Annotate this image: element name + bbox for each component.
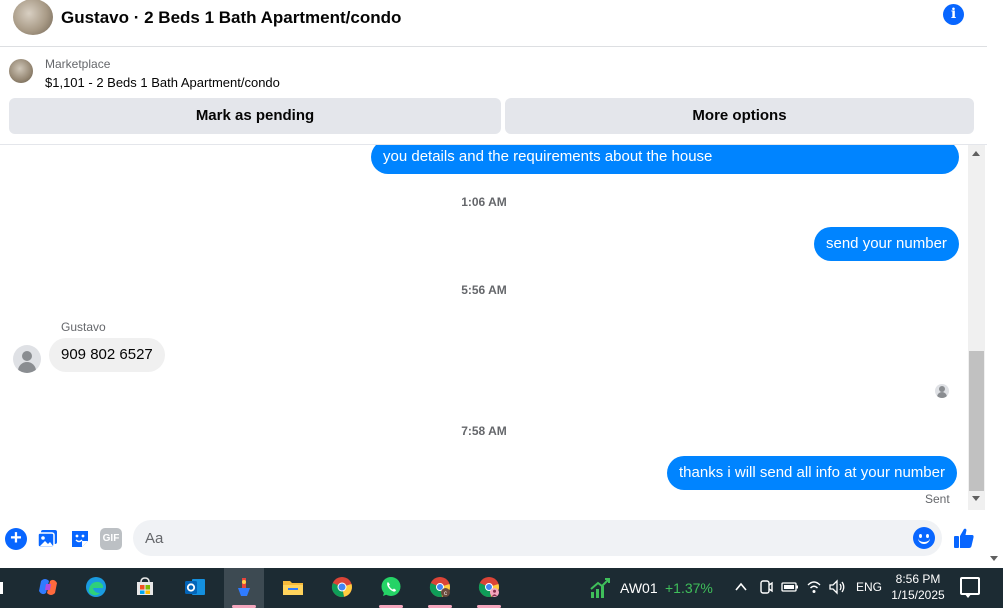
wifi-icon[interactable] [806,579,822,595]
message-input[interactable] [133,520,942,556]
edge-browser-icon [86,577,106,597]
stock-chart-icon [590,578,610,598]
marketplace-listing-panel: Marketplace $1,101 - 2 Beds 1 Bath Apart… [0,47,987,145]
taskbar-chrome[interactable] [322,568,362,608]
stock-name: AW01 [620,580,658,596]
scroll-down-arrow-icon[interactable] [972,496,980,501]
outlook-icon [185,579,205,595]
notification-icon[interactable] [960,577,980,598]
sticker-icon[interactable] [69,528,91,550]
svg-text:c: c [444,591,447,597]
language-indicator[interactable]: ENG [856,580,882,594]
outgoing-message[interactable]: send your number [814,227,959,261]
whatsapp-icon [381,577,401,596]
taskbar-edge[interactable] [76,568,116,608]
chrome-profile-icon [478,577,499,598]
scrollbar-thumb[interactable] [969,351,984,491]
folder-icon [283,581,303,595]
clock-time: 8:56 PM [895,572,941,586]
seen-indicator-avatar [935,384,949,398]
listing-thumbnail[interactable] [9,59,33,83]
thumbs-up-icon[interactable] [952,526,976,550]
taskbar-store[interactable] [125,568,165,608]
taskbar-whatsapp[interactable] [371,568,411,608]
volume-icon[interactable] [828,579,846,595]
sender-avatar[interactable] [13,345,41,373]
chrome-profile-icon: c [429,577,450,598]
info-icon[interactable]: i [943,4,964,25]
listing-title[interactable]: $1,101 - 2 Beds 1 Bath Apartment/condo [45,75,280,90]
taskbar-copilot[interactable] [28,568,68,608]
photo-icon[interactable] [37,528,59,550]
incoming-message[interactable]: 909 802 6527 [49,338,165,372]
clock[interactable]: 8:56 PM 1/15/2025 [888,571,948,603]
battery-icon[interactable] [781,580,799,594]
chat-scrollbar[interactable] [968,145,985,510]
emoji-icon[interactable] [913,527,935,549]
message-list[interactable]: you details and the requirements about t… [0,145,968,515]
timestamp: 7:58 AM [461,424,507,438]
taskbar-chrome-profile-c[interactable]: c [420,568,460,608]
messenger-window: Gustavo · 2 Beds 1 Bath Apartment/condo … [0,0,1003,608]
conversation-title[interactable]: Gustavo · 2 Beds 1 Bath Apartment/condo [61,8,401,28]
sent-status: Sent [925,492,950,506]
meet-now-icon[interactable] [758,579,774,595]
outgoing-message[interactable]: thanks i will send all info at your numb… [667,456,957,490]
chevron-up-icon[interactable] [735,582,747,592]
message-composer: + GIF [0,515,987,563]
widgets-edge [0,582,3,594]
microsoft-store-icon [137,577,153,595]
page-scroll-down-arrow-icon[interactable] [990,556,998,561]
sender-name: Gustavo [61,320,106,334]
marketplace-label: Marketplace [45,57,111,71]
outgoing-message[interactable]: you details and the requirements about t… [371,145,959,174]
gif-icon[interactable]: GIF [100,528,122,550]
plus-icon[interactable]: + [5,528,27,550]
more-options-button[interactable]: More options [505,98,974,134]
copilot-icon [39,579,57,595]
app-icon [238,578,250,596]
chrome-icon [331,577,352,598]
clock-date: 1/15/2025 [891,588,945,602]
conversation-header: Gustavo · 2 Beds 1 Bath Apartment/condo … [0,0,987,47]
taskbar-active-app[interactable] [224,568,264,608]
stock-change: +1.37% [665,580,713,596]
mark-as-pending-button[interactable]: Mark as pending [9,98,501,134]
timestamp: 1:06 AM [461,195,507,209]
taskbar-file-explorer[interactable] [273,568,313,608]
timestamp: 5:56 AM [461,283,507,297]
windows-taskbar: c AW01 +1.37% ENG 8:56 PM 1/15/2025 [0,568,1003,608]
contact-avatar[interactable] [13,0,53,35]
taskbar-chrome-profile-2[interactable] [469,568,509,608]
scroll-up-arrow-icon[interactable] [972,151,980,156]
taskbar-outlook[interactable] [175,568,215,608]
